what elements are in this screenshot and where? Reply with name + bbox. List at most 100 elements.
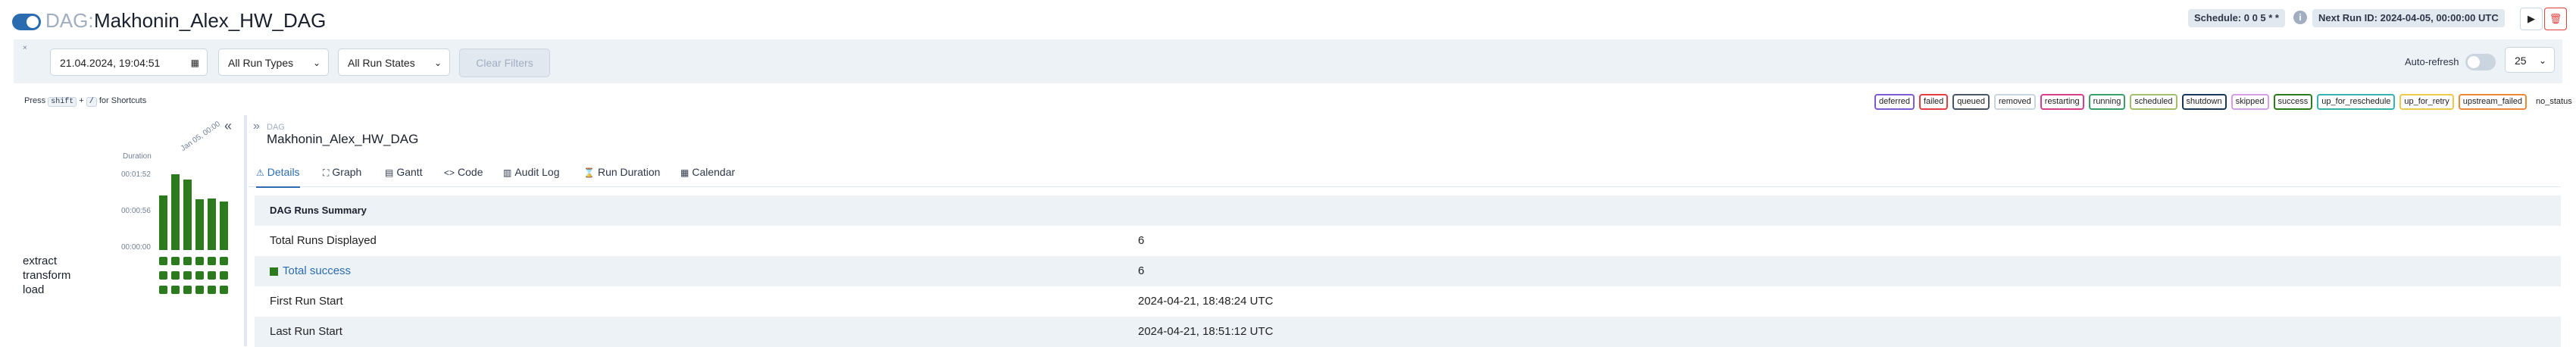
page-size-value: 25: [2515, 55, 2527, 67]
run-duration-bar[interactable]: [171, 174, 180, 250]
task-instance-cell[interactable]: [208, 257, 216, 265]
legend-item-skipped[interactable]: skipped: [2231, 94, 2269, 110]
task-instance-cell[interactable]: [171, 257, 180, 265]
legend-item-upstream-failed[interactable]: upstream_failed: [2458, 94, 2527, 110]
trigger-dag-button[interactable]: ▶: [2520, 8, 2543, 30]
breadcrumb-dag[interactable]: DAG: [267, 123, 285, 132]
table-row: Total Runs Displayed 6: [255, 226, 2561, 256]
task-name-load[interactable]: load: [23, 283, 44, 296]
chevron-down-icon: ⌄: [312, 58, 320, 68]
tab-gantt[interactable]: ▤ Gantt: [385, 158, 423, 186]
legend-item-success[interactable]: success: [2273, 94, 2313, 110]
delete-icon: 🗑: [2549, 13, 2562, 24]
dag-prefix: DAG:: [45, 9, 94, 32]
tab-details[interactable]: ⚠ Details: [256, 158, 300, 188]
next-run-badge: Next Run ID: 2024-04-05, 00:00:00 UTC: [2312, 9, 2505, 27]
clear-filters-button[interactable]: Clear Filters: [459, 48, 550, 77]
run-duration-bar[interactable]: [195, 199, 204, 250]
delete-dag-button[interactable]: 🗑: [2544, 8, 2567, 30]
task-instance-cell[interactable]: [171, 286, 180, 294]
legend-item-failed[interactable]: failed: [1918, 94, 1949, 110]
code-icon: <>: [444, 167, 455, 178]
task-instance-cell[interactable]: [183, 286, 192, 294]
success-swatch: [270, 267, 278, 276]
run-duration-bar[interactable]: [208, 199, 216, 250]
autorefresh-label: Auto-refresh: [2405, 56, 2459, 67]
summary-title: DAG Runs Summary: [255, 195, 2561, 226]
row-key: Total success: [283, 264, 352, 277]
tab-label: Gantt: [396, 166, 423, 178]
run-type-value: All Run Types: [228, 57, 294, 69]
tab-label: Graph: [332, 166, 362, 178]
info-icon[interactable]: i: [2293, 11, 2307, 24]
task-instance-cell[interactable]: [220, 257, 228, 265]
task-instance-cell[interactable]: [183, 271, 192, 280]
run-state-value: All Run States: [348, 57, 415, 69]
expand-icon[interactable]: »: [253, 120, 260, 133]
legend-item-restarting[interactable]: restarting: [2040, 94, 2084, 110]
task-name-transform[interactable]: transform: [23, 269, 70, 282]
task-instance-cell[interactable]: [159, 257, 167, 265]
base-date-input[interactable]: 21.04.2024, 19:04:51 ▦: [50, 48, 208, 76]
task-instance-cell[interactable]: [183, 257, 192, 265]
run-duration-bar[interactable]: [159, 195, 167, 250]
task-instance-cell[interactable]: [220, 271, 228, 280]
task-instance-cell[interactable]: [195, 286, 204, 294]
legend-item-running[interactable]: running: [2088, 94, 2126, 110]
calendar-icon: ▦: [190, 58, 199, 68]
reset-icon[interactable]: ×: [23, 44, 27, 52]
task-instance-cell[interactable]: [171, 271, 180, 280]
legend-item-no-status[interactable]: no_status: [2531, 94, 2576, 110]
run-type-select[interactable]: All Run Types ⌄: [218, 48, 329, 76]
breadcrumb-dag-name: Makhonin_Alex_HW_DAG: [267, 132, 419, 146]
duration-label: Duration: [123, 152, 152, 161]
table-row: First Run Start 2024-04-21, 18:48:24 UTC: [255, 286, 2561, 317]
gantt-icon: ▤: [385, 167, 394, 178]
task-instance-cell[interactable]: [220, 286, 228, 294]
tab-calendar[interactable]: ▦ Calendar: [680, 158, 735, 186]
legend-item-queued[interactable]: queued: [1952, 94, 1990, 110]
tab-code[interactable]: <> Code: [444, 158, 483, 186]
chevron-down-icon: ⌄: [2538, 55, 2546, 66]
run-state-select[interactable]: All Run States ⌄: [338, 48, 450, 76]
tab-run-duration[interactable]: ⌛ Run Duration: [583, 158, 660, 186]
legend-item-removed[interactable]: removed: [1994, 94, 2036, 110]
task-instance-cell[interactable]: [208, 271, 216, 280]
run-duration-bar[interactable]: [183, 180, 192, 250]
shortcut-plus: +: [79, 96, 84, 105]
panel-divider[interactable]: [244, 115, 247, 346]
tab-label: Calendar: [692, 166, 736, 178]
hourglass-icon: ⌛: [583, 167, 595, 178]
shortcut-press: Press: [24, 96, 46, 105]
dag-active-toggle[interactable]: [12, 14, 41, 30]
task-name-extract[interactable]: extract: [23, 255, 57, 267]
autorefresh-toggle[interactable]: [2465, 54, 2496, 70]
row-value: 2024-04-21, 18:48:24 UTC: [1138, 295, 1274, 308]
row-value: 6: [1138, 264, 1145, 277]
play-icon: ▶: [2528, 13, 2535, 24]
base-date-value: 21.04.2024, 19:04:51: [60, 57, 161, 69]
row-key: First Run Start: [270, 295, 343, 308]
run-date-label: Jan 05, 00:00: [179, 120, 222, 154]
legend-item-up-for-retry[interactable]: up_for_retry: [2399, 94, 2454, 110]
tab-graph[interactable]: ⛶ Graph: [323, 158, 361, 186]
legend-item-shutdown[interactable]: shutdown: [2181, 94, 2227, 110]
task-instance-cell[interactable]: [195, 271, 204, 280]
task-instance-cell[interactable]: [195, 257, 204, 265]
tab-audit-log[interactable]: ▥ Audit Log: [503, 158, 560, 186]
collapse-icon[interactable]: «: [224, 118, 232, 134]
calendar-icon: ▦: [680, 167, 689, 178]
legend-item-up-for-reschedule[interactable]: up_for_reschedule: [2317, 94, 2396, 110]
run-duration-bar[interactable]: [220, 202, 228, 250]
legend-item-deferred[interactable]: deferred: [1874, 94, 1915, 110]
log-icon: ▥: [503, 167, 512, 178]
page-size-select[interactable]: 25 ⌄: [2505, 47, 2555, 73]
row-key: Total Runs Displayed: [270, 234, 377, 247]
task-instance-cell[interactable]: [159, 271, 167, 280]
task-instance-cell[interactable]: [159, 286, 167, 294]
task-instance-cell[interactable]: [208, 286, 216, 294]
graph-icon: ⛶: [323, 167, 330, 178]
legend-item-scheduled[interactable]: scheduled: [2130, 94, 2177, 110]
total-success-link[interactable]: Total success: [270, 256, 351, 286]
tab-label: Details: [267, 166, 300, 178]
